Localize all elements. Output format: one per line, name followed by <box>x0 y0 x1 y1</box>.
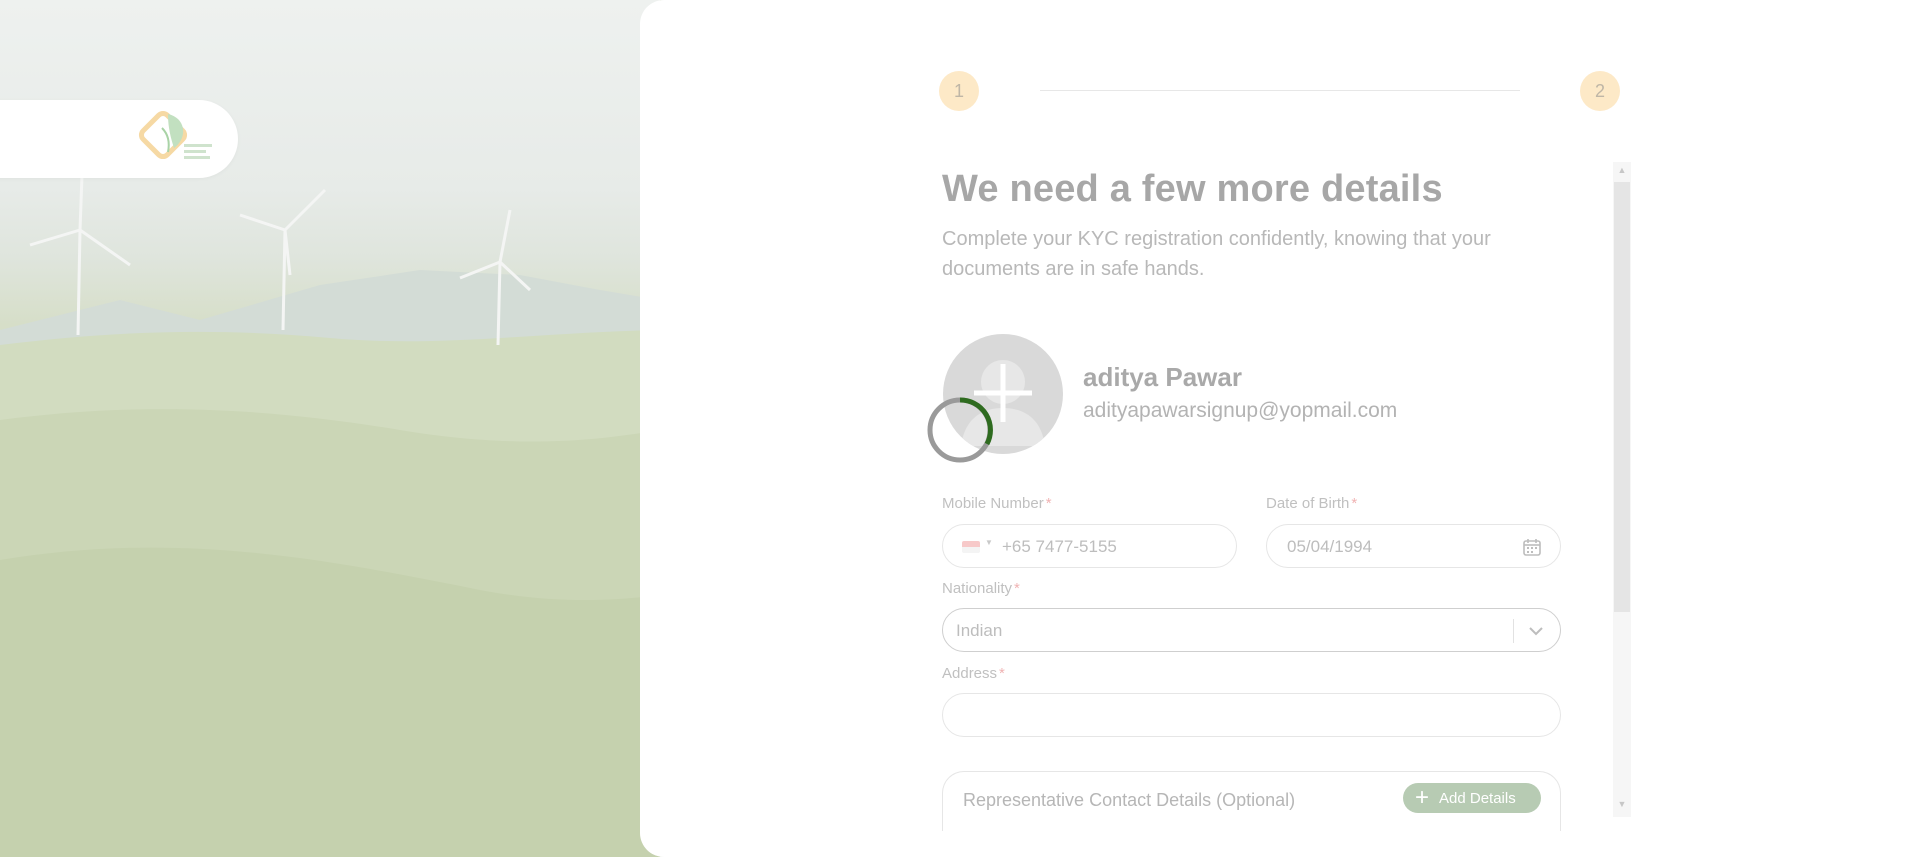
mobile-label-text: Mobile Number <box>942 495 1044 512</box>
brand-logo <box>138 110 212 160</box>
mobile-number-input[interactable]: ▼ +65 7477-5155 <box>942 524 1237 568</box>
required-mark: * <box>999 665 1005 682</box>
scroll-up-icon[interactable]: ▲ <box>1614 163 1630 177</box>
scrollbar-thumb[interactable] <box>1614 182 1630 612</box>
required-mark: * <box>1014 580 1020 597</box>
nationality-label: Nationality * <box>942 580 1020 597</box>
dob-label-text: Date of Birth <box>1266 495 1350 512</box>
address-label-text: Address <box>942 665 998 682</box>
required-mark: * <box>1045 495 1052 512</box>
add-details-button[interactable]: + Add Details <box>1403 783 1541 813</box>
representative-label: Representative Contact Details (Optional… <box>963 790 1296 810</box>
stepper-line <box>1040 90 1520 91</box>
nationality-select[interactable]: Indian <box>942 608 1561 652</box>
page-title: We need a few more details <box>942 168 1443 210</box>
step-2-label: 2 <box>1594 80 1605 101</box>
step-1-label: 1 <box>953 80 964 101</box>
address-input[interactable] <box>942 693 1561 737</box>
user-email: adityapawarsignup@yopmail.com <box>1083 399 1398 422</box>
step-indicator-1: 1 <box>939 71 979 111</box>
dob-label: Date of Birth * <box>1266 495 1357 512</box>
user-name: aditya Pawar <box>1083 362 1242 392</box>
address-label: Address * <box>942 665 1005 682</box>
chevron-down-icon[interactable] <box>1526 621 1546 641</box>
select-divider <box>1513 619 1514 643</box>
representative-contact-section: Representative Contact Details (Optional… <box>942 771 1561 831</box>
loading-spinner-icon <box>927 397 993 463</box>
dob-value: 05/04/1994 <box>1287 537 1373 556</box>
country-caret-icon[interactable]: ▼ <box>985 538 993 547</box>
nationality-value: Indian <box>956 621 1003 640</box>
add-details-label: Add Details <box>1439 789 1516 807</box>
hero-image <box>0 0 660 857</box>
mobile-label: Mobile Number * <box>942 495 1052 512</box>
date-of-birth-input[interactable]: 05/04/1994 <box>1266 524 1561 568</box>
calendar-icon[interactable] <box>1522 537 1542 557</box>
page-subtitle: Complete your KYC registration confident… <box>942 228 1491 280</box>
step-indicator-2: 2 <box>1580 71 1620 111</box>
singapore-flag-icon[interactable] <box>962 541 980 553</box>
nationality-label-text: Nationality <box>942 580 1013 597</box>
plus-icon: + <box>1415 784 1430 811</box>
mobile-number-value: +65 7477-5155 <box>1002 537 1117 556</box>
scroll-down-icon[interactable]: ▼ <box>1614 797 1630 811</box>
required-mark: * <box>1351 495 1358 512</box>
